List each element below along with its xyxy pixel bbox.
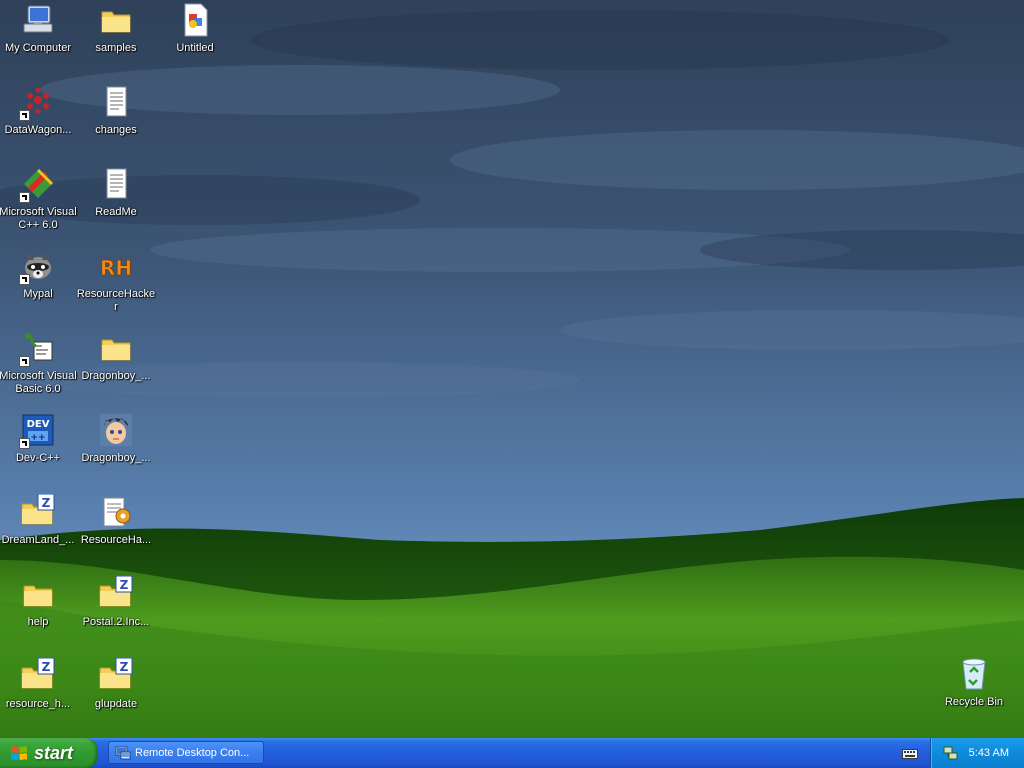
icon-label: ResourceHacker xyxy=(76,288,156,313)
tray-clock[interactable]: 5:43 AM xyxy=(969,747,1009,759)
desktop-icon-recycle-bin[interactable]: Recycle Bin xyxy=(934,656,1014,709)
network-icon[interactable] xyxy=(943,745,959,761)
icon-label: glupdate xyxy=(94,698,138,710)
icon-label: My Computer xyxy=(4,42,72,54)
icon-label: Mypal xyxy=(23,288,53,300)
windows-flag-icon xyxy=(11,746,27,760)
icon-label: Dev-C++ xyxy=(15,452,61,464)
icon-label: DataWagon... xyxy=(4,124,72,136)
desktop-icon-resourcehacker[interactable]: RH ResourceHacker xyxy=(76,248,156,314)
shortcut-arrow-icon xyxy=(19,192,30,203)
taskbar-button-label: Remote Desktop Con... xyxy=(135,746,250,759)
icon-label: Microsoft Visual Basic 6.0 xyxy=(0,370,77,395)
visual-basic-icon xyxy=(19,330,56,367)
desktop-icon-readme[interactable]: ReadMe xyxy=(76,166,156,219)
desktop-icon-mypal[interactable]: Mypal xyxy=(0,248,78,301)
desktop-icon-samples[interactable]: samples xyxy=(76,2,156,55)
desktop-icon-dreamland[interactable]: Z DreamLand_... xyxy=(0,494,78,547)
desktop-icon-resourceha[interactable]: ResourceHa... xyxy=(76,494,156,547)
svg-text:Z: Z xyxy=(42,660,51,674)
icon-label: Postal.2.Inc... xyxy=(82,616,150,628)
zip-folder-icon: Z xyxy=(20,494,56,530)
raccoon-icon xyxy=(19,248,56,285)
icon-label: changes xyxy=(95,124,137,136)
zip-folder-icon: Z xyxy=(98,658,134,694)
folder-icon xyxy=(20,576,56,612)
icon-label: Recycle Bin xyxy=(944,696,1004,708)
computer-icon xyxy=(20,2,56,38)
shortcut-arrow-icon xyxy=(19,274,30,285)
icon-label: Dragonboy_... xyxy=(81,370,151,382)
desktop-icon-resource-h[interactable]: Z resource_h... xyxy=(0,658,78,711)
notepad-gear-icon xyxy=(98,494,134,530)
svg-text:DEV: DEV xyxy=(27,419,50,430)
desktop-icon-help[interactable]: help xyxy=(0,576,78,629)
dragonboy-face-icon xyxy=(98,412,134,448)
icon-label: ResourceHa... xyxy=(80,534,152,546)
desktop-icon-visual-cpp[interactable]: Microsoft Visual C++ 6.0 xyxy=(0,166,78,232)
text-document-icon xyxy=(98,166,134,202)
zip-folder-icon: Z xyxy=(20,658,56,694)
icon-label: DreamLand_... xyxy=(1,534,75,546)
desktop-icon-my-computer[interactable]: My Computer xyxy=(0,2,78,55)
desktop-icon-untitled[interactable]: Untitled xyxy=(155,2,235,55)
paint-document-icon xyxy=(177,2,213,38)
start-label: start xyxy=(34,742,74,763)
desktop-icon-dragonboy-app[interactable]: Dragonboy_... xyxy=(76,412,156,465)
svg-text:Z: Z xyxy=(120,578,129,592)
recycle-bin-icon xyxy=(956,656,992,692)
desktop-icon-changes[interactable]: changes xyxy=(76,84,156,137)
folder-icon xyxy=(98,2,134,38)
folder-icon xyxy=(98,330,134,366)
desktop-icon-postal2[interactable]: Z Postal.2.Inc... xyxy=(76,576,156,629)
text-document-icon xyxy=(98,84,134,120)
svg-text:Z: Z xyxy=(42,496,51,510)
desktop-icon-datawagon[interactable]: DataWagon... xyxy=(0,84,78,137)
shortcut-arrow-icon xyxy=(19,438,30,449)
desktop-icon-visual-basic[interactable]: Microsoft Visual Basic 6.0 xyxy=(0,330,78,396)
taskbar-button-remote-desktop[interactable]: Remote Desktop Con... xyxy=(108,741,264,764)
svg-text:++: ++ xyxy=(30,433,45,443)
shortcut-arrow-icon xyxy=(19,110,30,121)
datawagon-icon xyxy=(19,84,56,121)
rh-icon: RH xyxy=(98,248,134,284)
keyboard-icon[interactable] xyxy=(902,746,918,760)
icon-label: ReadMe xyxy=(95,206,137,218)
remote-desktop-icon xyxy=(115,746,131,759)
system-tray: 5:43 AM xyxy=(930,738,1024,768)
icon-label: resource_h... xyxy=(5,698,71,710)
desktop-icon-glupdate[interactable]: Z glupdate xyxy=(76,658,156,711)
desktop-icon-dev-cpp[interactable]: DEV ++ Dev-C++ xyxy=(0,412,78,465)
desktop-area: My Computer samples Untitled DataWagon..… xyxy=(0,0,1024,738)
start-button[interactable]: start xyxy=(0,738,98,768)
dev-cpp-icon: DEV ++ xyxy=(19,412,56,449)
icon-label: help xyxy=(27,616,49,628)
svg-text:RH: RH xyxy=(100,256,132,280)
svg-text:Z: Z xyxy=(120,660,129,674)
visual-cpp-icon xyxy=(19,166,56,203)
icon-label: Untitled xyxy=(176,42,214,54)
shortcut-arrow-icon xyxy=(19,356,30,367)
taskbar: start Remote Desktop Con... 5:43 AM xyxy=(0,738,1024,768)
desktop-icon-dragonboy-folder[interactable]: Dragonboy_... xyxy=(76,330,156,383)
icon-label: Microsoft Visual C++ 6.0 xyxy=(0,206,77,231)
zip-folder-icon: Z xyxy=(98,576,134,612)
icon-label: samples xyxy=(95,42,137,54)
icon-label: Dragonboy_... xyxy=(81,452,151,464)
